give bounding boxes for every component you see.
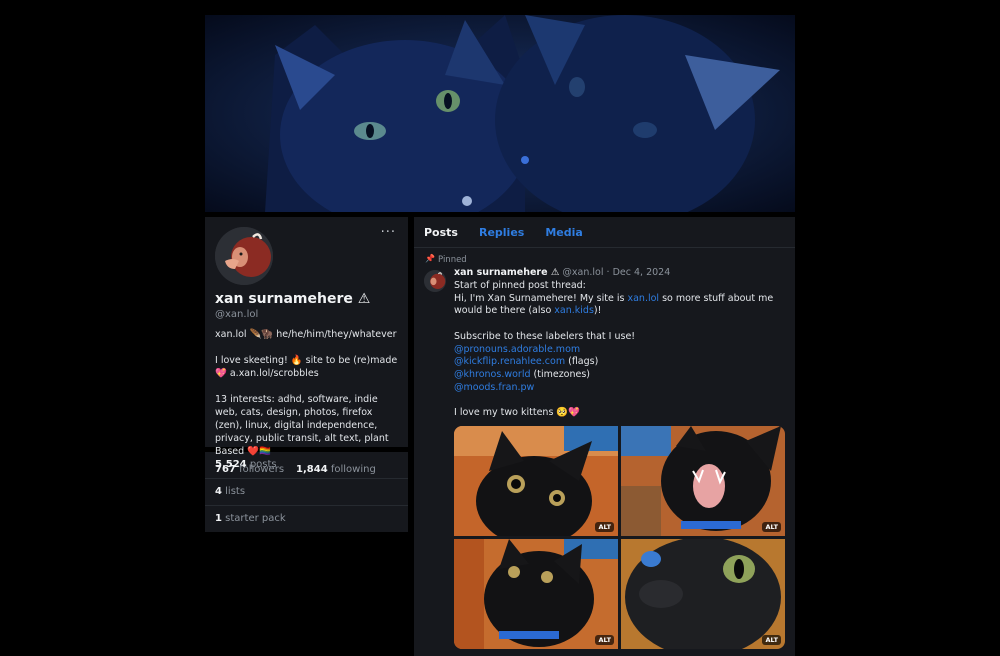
labeler-link[interactable]: @kickflip.renahlee.com xyxy=(454,356,565,367)
labeler-link[interactable]: @pronouns.adorable.mom xyxy=(454,344,580,355)
post-author-name[interactable]: xan surnamehere ⚠ xyxy=(454,267,559,278)
tab-replies[interactable]: Replies xyxy=(479,226,524,239)
post-line: Start of pinned post thread: xyxy=(454,280,586,291)
post-author-handle[interactable]: @xan.lol xyxy=(562,267,603,278)
separator: · xyxy=(606,267,610,278)
post-image[interactable]: ALT xyxy=(621,538,785,649)
post-header: xan surnamehere ⚠ @xan.lol · Dec 4, 2024 xyxy=(454,267,785,278)
tab-posts[interactable]: Posts xyxy=(424,226,458,239)
display-name: xan surnamehere ⚠ xyxy=(215,291,371,307)
labeler-link[interactable]: @khronos.world xyxy=(454,369,531,380)
bio-line: 13 interests: adhd, software, indie web,… xyxy=(215,394,392,457)
alt-badge[interactable]: ALT xyxy=(762,634,781,645)
following-link[interactable]: 1,844 following xyxy=(296,464,376,475)
pinned-indicator: 📌 Pinned xyxy=(425,254,467,265)
bio-line: I love skeeting! 🔥 site to be (re)made xyxy=(215,355,398,366)
followers-link[interactable]: 767 followers xyxy=(215,464,284,475)
cat-photo xyxy=(454,538,618,649)
profile-card: ··· xan surnamehere ⚠ @xan.lol xan.lol 🪶… xyxy=(205,217,408,475)
banner-image xyxy=(205,15,795,212)
post-body: xan surnamehere ⚠ @xan.lol · Dec 4, 2024… xyxy=(454,267,785,649)
profile-bio: xan.lol 🪶🦬 he/he/him/they/whatever I love… xyxy=(215,328,398,458)
alt-badge[interactable]: ALT xyxy=(595,634,614,645)
site-link[interactable]: xan.lol xyxy=(627,293,659,304)
pinned-post[interactable]: 📌 Pinned xan surnamehere ⚠ @xan.lol · De… xyxy=(414,248,795,649)
post-line: I love my two kittens 🥺💖 xyxy=(454,407,581,418)
site-link-2[interactable]: xan.kids xyxy=(554,305,594,316)
bio-line: xan.lol 🪶🦬 he/he/him/they/whatever xyxy=(215,329,397,340)
cat-photo xyxy=(621,425,785,536)
post-date[interactable]: Dec 4, 2024 xyxy=(613,267,671,278)
profile-avatar[interactable] xyxy=(215,227,273,285)
post-image-grid: ALT ALT ALT ALT xyxy=(454,425,785,649)
alt-badge[interactable]: ALT xyxy=(762,521,781,532)
bison-avatar-icon xyxy=(215,227,273,285)
labeler-link[interactable]: @moods.fran.pw xyxy=(454,382,534,393)
more-options-button[interactable]: ··· xyxy=(381,225,396,240)
bio-line: 💖 a.xan.lol/scrobbles xyxy=(215,368,319,379)
alt-badge[interactable]: ALT xyxy=(595,521,614,532)
cat-photo xyxy=(621,538,785,649)
post-text: Start of pinned post thread: Hi, I'm Xan… xyxy=(454,280,785,420)
starter-pack-stat[interactable]: 1 starter pack xyxy=(205,505,408,532)
post-author-avatar[interactable] xyxy=(424,270,446,292)
bison-avatar-icon xyxy=(424,270,446,292)
profile-feed: Posts Replies Media 📌 Pinned xan surname… xyxy=(414,217,795,656)
cat-photo xyxy=(454,425,618,536)
post-image[interactable]: ALT xyxy=(454,425,618,536)
feed-tabs: Posts Replies Media xyxy=(414,217,795,248)
post-line: Hi, I'm Xan Surnamehere! My site is xan.… xyxy=(454,292,774,317)
profile-sidebar: ··· xan surnamehere ⚠ @xan.lol xan.lol 🪶… xyxy=(205,217,408,532)
pin-icon: 📌 xyxy=(425,254,435,263)
post-image[interactable]: ALT xyxy=(621,425,785,536)
tab-media[interactable]: Media xyxy=(545,226,582,239)
post-line: Subscribe to these labelers that I use! xyxy=(454,330,636,342)
profile-handle: @xan.lol xyxy=(215,309,259,320)
profile-banner[interactable] xyxy=(205,15,795,212)
post-image[interactable]: ALT xyxy=(454,538,618,649)
lists-stat[interactable]: 4 lists xyxy=(205,478,408,505)
follow-counts: 767 followers 1,844 following xyxy=(215,464,398,475)
